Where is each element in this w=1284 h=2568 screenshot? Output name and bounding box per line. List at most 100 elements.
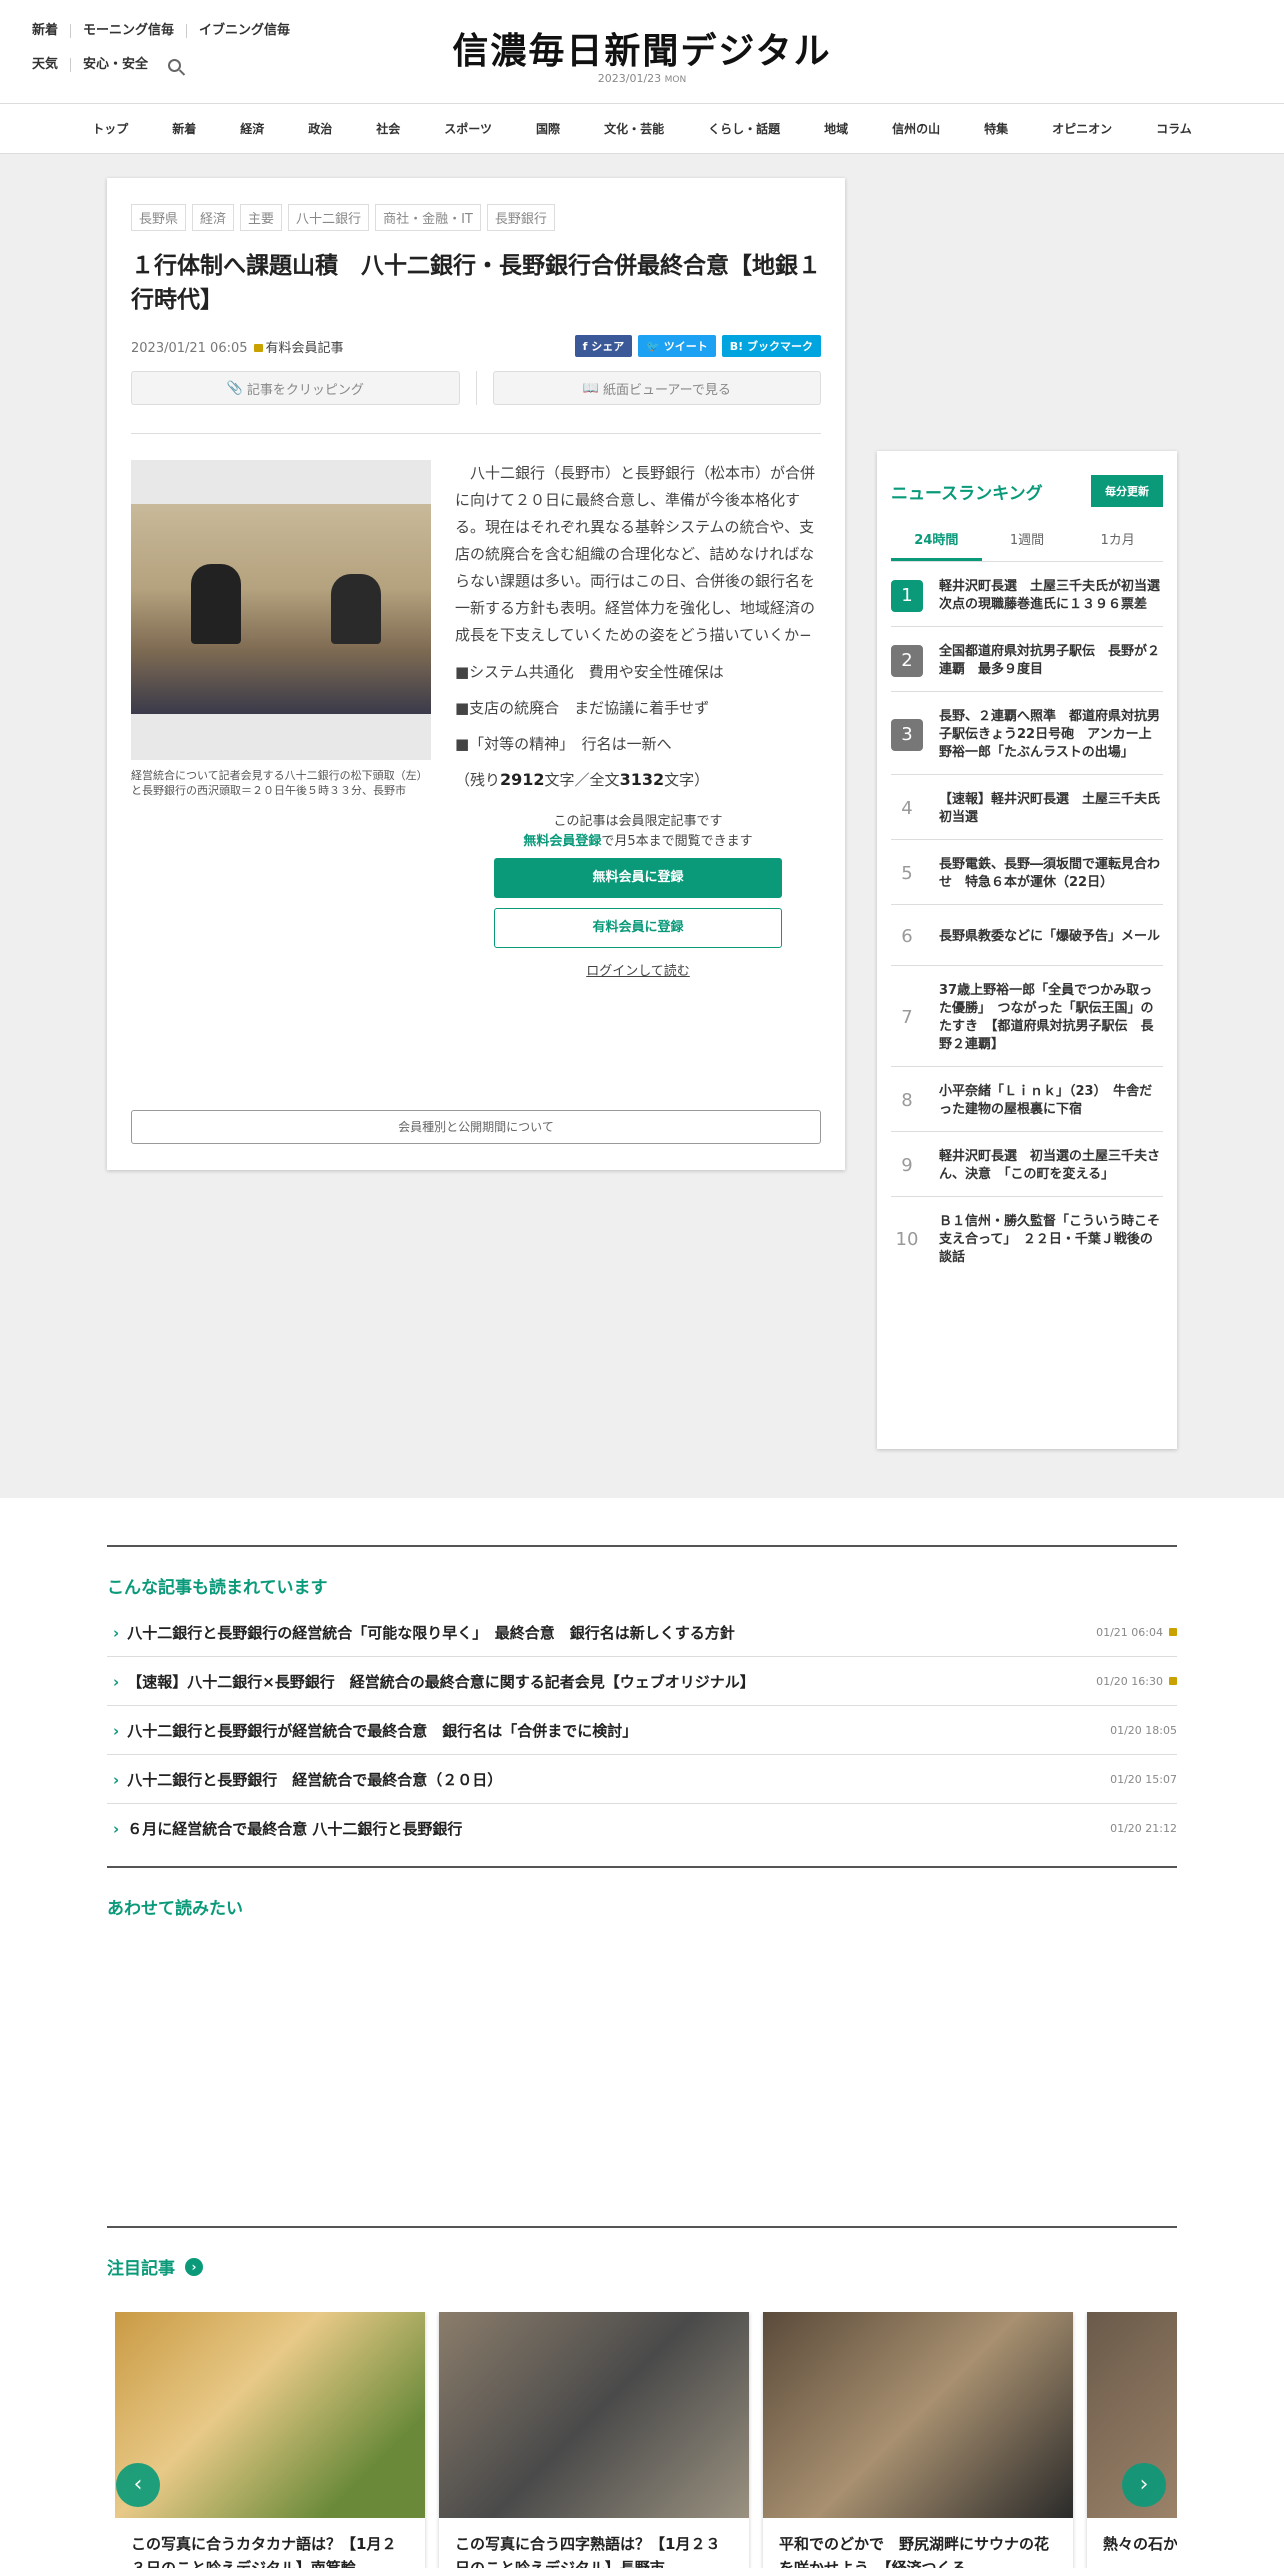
cat-photo bbox=[439, 2312, 749, 2518]
ranking-item[interactable]: 10 Ｂ１信州・勝久監督「こういう時こそ支え合って」 ２２日・千葉Ｊ戦後の談話 bbox=[891, 1197, 1163, 1279]
nav-column[interactable]: コラム bbox=[1134, 120, 1214, 137]
tag[interactable]: 長野県 bbox=[131, 204, 187, 231]
nav-international[interactable]: 国際 bbox=[514, 120, 582, 137]
tag[interactable]: 八十二銀行 bbox=[288, 204, 370, 231]
featured-card[interactable]: この写真に合うカタカナ語は？【1月２３日のこと吟えデジタル】南箕輪 bbox=[115, 2312, 425, 2568]
related-item[interactable]: 八十二銀行と長野銀行の経営統合「可能な限り早く」 最終合意 銀行名は新しくする方… bbox=[107, 1608, 1177, 1657]
tag[interactable]: 商社・金融・IT bbox=[375, 204, 481, 231]
viewer-button[interactable]: 📖 紙面ビューアーで見る bbox=[492, 371, 821, 405]
member-register-link[interactable]: 無料会員登録 bbox=[523, 834, 601, 849]
free-member-button[interactable]: 無料会員に登録 bbox=[494, 858, 782, 898]
ranking-item-title: 37歳上野裕一郎「全員でつかみ取った優勝」 つながった「駅伝王国」のたすき 【都… bbox=[939, 983, 1154, 1052]
article-point: ■「対等の精神」 行名は一新へ bbox=[455, 735, 672, 753]
ranking-item[interactable]: 8 小平奈緒「Ｌｉｎｋ」（23） 牛舎だった建物の屋根裏に下宿 bbox=[891, 1067, 1163, 1132]
article-point: ■システム共通化 費用や安全性確保は bbox=[455, 663, 724, 681]
sauna-photo bbox=[763, 2312, 1073, 2518]
photo-caption: 経営統合について記者会見する八十二銀行の松下頭取（左）と長野銀行の西沢頭取＝２０… bbox=[131, 769, 428, 797]
clip-button[interactable]: 📎 記事をクリッピング bbox=[131, 371, 460, 405]
featured-card[interactable]: この写真に合う四字熟語は？【1月２３日のこと吟えデジタル】長野市 bbox=[439, 2312, 749, 2568]
featured-carousel: この写真に合うカタカナ語は？【1月２３日のこと吟えデジタル】南箕輪 この写真に合… bbox=[115, 2312, 1177, 2568]
rank-number: 7 bbox=[901, 1007, 913, 1028]
related-item[interactable]: 八十二銀行と長野銀行 経営統合で最終合意（２０日）01/20 15:07 bbox=[107, 1755, 1177, 1804]
lock-icon bbox=[1169, 1677, 1177, 1685]
rank-number: 2 bbox=[891, 645, 923, 677]
paid-member-button[interactable]: 有料会員に登録 bbox=[494, 908, 782, 948]
nav-living[interactable]: くらし・話題 bbox=[686, 120, 802, 137]
article-text: 八十二銀行（長野市）と長野銀行（松本市）が合併に向けて２０日に最終合意し、準備が… bbox=[455, 460, 821, 979]
nav-culture[interactable]: 文化・芸能 bbox=[582, 120, 686, 137]
ranking-item-title: 長野県教委などに「爆破予告」メール bbox=[939, 929, 1161, 944]
article-photo[interactable] bbox=[131, 460, 431, 760]
nav-top[interactable]: トップ bbox=[70, 120, 150, 137]
twitter-share-button[interactable]: 🐦 ツイート bbox=[638, 335, 716, 357]
ranking-item[interactable]: 9 軽井沢町長選 初当選の土屋三千夫さん、決意 「この町を変える」 bbox=[891, 1132, 1163, 1197]
nav-new[interactable]: 新着 bbox=[150, 120, 218, 137]
featured-card[interactable]: 熱々の石か「フィン bbox=[1087, 2312, 1177, 2568]
lock-icon bbox=[1169, 1628, 1177, 1636]
nav-mountains[interactable]: 信州の山 bbox=[870, 120, 962, 137]
nav-society[interactable]: 社会 bbox=[354, 120, 422, 137]
ranking-item[interactable]: 1 軽井沢町長選 土屋三千夫氏が初当選 次点の現職藤巻進氏に１３９６票差 bbox=[891, 562, 1173, 627]
main-nav: トップ 新着 経済 政治 社会 スポーツ 国際 文化・芸能 くらし・話題 地域 … bbox=[0, 104, 1284, 154]
nav-politics[interactable]: 政治 bbox=[286, 120, 354, 137]
ranking-item-title: Ｂ１信州・勝久監督「こういう時こそ支え合って」 ２２日・千葉Ｊ戦後の談話 bbox=[939, 1214, 1161, 1265]
membership-info-button[interactable]: 会員種別と公開期間について bbox=[131, 1110, 821, 1144]
featured-card[interactable]: 平和でのどかで 野尻湖畔にサウナの花を咲かせよう 【経済つくる bbox=[763, 2312, 1073, 2568]
site-header: 新着 モーニング信毎 イブニング信毎 天気 安心・安全 信濃毎日新聞デジタル 2… bbox=[0, 0, 1284, 104]
tab-1week[interactable]: 1週間 bbox=[982, 529, 1073, 561]
rank-number: 5 bbox=[901, 863, 913, 884]
hatena-bookmark-button[interactable]: B! ブックマーク bbox=[721, 335, 821, 357]
ranking-item[interactable]: 3 長野、２連覇へ照準 都道府県対抗男子駅伝きょう22日号砲 アンカー上野裕一郎「… bbox=[891, 692, 1163, 775]
share-buttons: f シェア 🐦 ツイート B! ブックマーク bbox=[569, 335, 821, 357]
related-section: こんな記事も読まれています 八十二銀行と長野銀行の経営統合「可能な限り早く」 最… bbox=[107, 1545, 1177, 1852]
press-conference-photo bbox=[131, 504, 431, 714]
section-divider bbox=[107, 1545, 1177, 1547]
ranking-title: ニュースランキング bbox=[891, 483, 1043, 504]
article-tags: 長野県 経済 主要 八十二銀行 商社・金融・IT 長野銀行 bbox=[131, 204, 821, 231]
ranking-item-title: 長野電鉄、長野―須坂間で運転見合わせ 特急６本が運休（22日） bbox=[939, 857, 1161, 890]
nav-opinion[interactable]: オピニオン bbox=[1030, 120, 1134, 137]
related-list: 八十二銀行と長野銀行の経営統合「可能な限り早く」 最終合意 銀行名は新しくする方… bbox=[107, 1608, 1177, 1852]
article-title: １行体制へ課題山積 八十二銀行・長野銀行合併最終合意【地銀１行時代】 bbox=[131, 253, 821, 313]
also-read-title: あわせて読みたい bbox=[107, 1899, 243, 1919]
also-read-section: あわせて読みたい bbox=[107, 1866, 1177, 1919]
nav-sports[interactable]: スポーツ bbox=[422, 120, 514, 137]
divider bbox=[131, 433, 821, 434]
related-item[interactable]: 八十二銀行と長野銀行が経営統合で最終合意 銀行名は「合併までに検討」01/20 … bbox=[107, 1706, 1177, 1755]
ranking-item[interactable]: 6 長野県教委などに「爆破予告」メール bbox=[891, 905, 1163, 966]
tab-24h[interactable]: 24時間 bbox=[891, 529, 982, 561]
article-datetime: 2023/01/21 06:05 bbox=[131, 340, 248, 356]
nav-economy[interactable]: 経済 bbox=[218, 120, 286, 137]
article-body: 経営統合について記者会見する八十二銀行の松下頭取（左）と長野銀行の西沢頭取＝２０… bbox=[131, 460, 821, 979]
tab-1month[interactable]: 1カ月 bbox=[1072, 529, 1163, 561]
ranking-item[interactable]: 2 全国都道府県対抗男子駅伝 長野が２連覇 最多９度目 bbox=[891, 627, 1163, 692]
dog-photo bbox=[115, 2312, 425, 2518]
nav-region[interactable]: 地域 bbox=[802, 120, 870, 137]
related-item[interactable]: 【速報】八十二銀行×長野銀行 経営統合の最終合意に関する記者会見【ウェブオリジナ… bbox=[107, 1657, 1177, 1706]
ranking-item-title: 【速報】軽井沢町長選 土屋三千夫氏初当選 bbox=[939, 792, 1161, 825]
ranking-item[interactable]: 7 37歳上野裕一郎「全員でつかみ取った優勝」 つながった「駅伝王国」のたすき 【… bbox=[891, 966, 1163, 1067]
rank-number: 9 bbox=[901, 1155, 913, 1176]
ranking-item[interactable]: 5 長野電鉄、長野―須坂間で運転見合わせ 特急６本が運休（22日） bbox=[891, 840, 1163, 905]
tag[interactable]: 経済 bbox=[192, 204, 235, 231]
article-point: ■支店の統廃合 まだ協議に着手せず bbox=[455, 699, 710, 717]
tag[interactable]: 長野銀行 bbox=[486, 204, 555, 231]
article-lead: 八十二銀行（長野市）と長野銀行（松本市）が合併に向けて２０日に最終合意し、準備が… bbox=[455, 464, 816, 644]
ranking-panel: ニュースランキング 毎分更新 24時間 1週間 1カ月 1 軽井沢町長選 土屋三千… bbox=[877, 451, 1177, 1449]
tag[interactable]: 主要 bbox=[240, 204, 283, 231]
facebook-share-button[interactable]: f シェア bbox=[574, 335, 633, 357]
login-link[interactable]: ログインして読む bbox=[455, 960, 821, 979]
nav-features[interactable]: 特集 bbox=[962, 120, 1030, 137]
ranking-item-title: 長野、２連覇へ照準 都道府県対抗男子駅伝きょう22日号砲 アンカー上野裕一郎「た… bbox=[939, 709, 1161, 760]
related-title: こんな記事も読まれています bbox=[107, 1578, 328, 1598]
rank-number: 4 bbox=[901, 798, 913, 819]
update-badge: 毎分更新 bbox=[1091, 475, 1163, 507]
carousel-next-button[interactable]: › bbox=[1122, 2463, 1166, 2507]
related-item[interactable]: ６月に経営統合で最終合意 八十二銀行と長野銀行01/20 21:12 bbox=[107, 1804, 1177, 1852]
ranking-item[interactable]: 4 【速報】軽井沢町長選 土屋三千夫氏初当選 bbox=[891, 775, 1163, 840]
ranking-header: ニュースランキング 毎分更新 bbox=[891, 475, 1163, 507]
chevron-right-icon[interactable]: › bbox=[185, 2257, 203, 2276]
carousel-prev-button[interactable]: ‹ bbox=[116, 2463, 160, 2507]
rank-number: 3 bbox=[891, 719, 923, 751]
site-logo[interactable]: 信濃毎日新聞デジタル bbox=[0, 22, 1284, 74]
